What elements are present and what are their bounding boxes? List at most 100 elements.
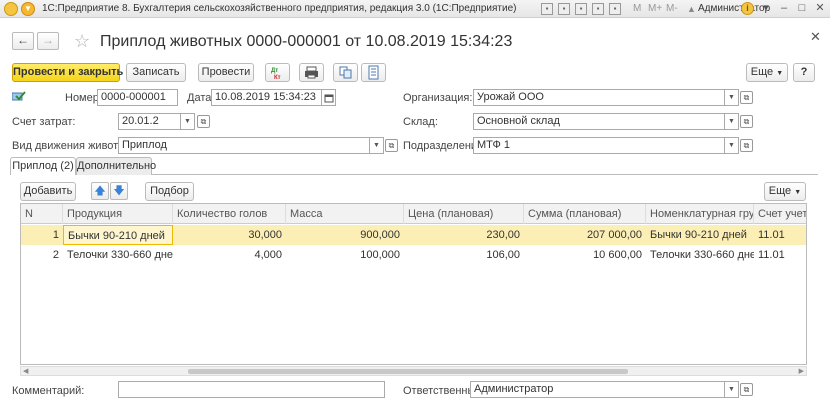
table-row[interactable]: 2 Телочки 330-660 дней 4,000 100,000 106… — [21, 245, 806, 265]
cell-price[interactable]: 106,00 — [404, 245, 524, 265]
add-row-button[interactable]: Добавить — [20, 182, 76, 201]
cell-mass[interactable]: 900,000 — [286, 225, 404, 245]
column-header-heads[interactable]: Количество голов — [173, 204, 286, 224]
copy-icon[interactable]: ▪ — [575, 3, 587, 15]
responsible-open-icon[interactable]: ⧉ — [740, 383, 753, 396]
report-button[interactable] — [361, 63, 386, 82]
cell-product[interactable]: Телочки 330-660 дней — [63, 245, 173, 265]
cell-price[interactable]: 230,00 — [404, 225, 524, 245]
memory-m-button[interactable]: M — [633, 3, 641, 14]
window-close-icon[interactable]: ✕ — [814, 2, 826, 15]
column-header-product[interactable]: Продукция — [63, 204, 173, 224]
printer-icon — [305, 66, 318, 79]
scroll-right-icon[interactable]: ▶ — [799, 367, 804, 376]
cost-account-label: Счет затрат: — [12, 116, 76, 128]
post-and-close-button[interactable]: Провести и закрыть — [12, 63, 123, 82]
table-more-button[interactable]: Еще ▼ — [764, 182, 806, 201]
maximize-icon[interactable]: □ — [796, 2, 808, 15]
cell-account[interactable]: 11.01 — [754, 245, 806, 265]
tab-offspring[interactable]: Приплод (2) — [10, 157, 76, 175]
posted-status-icon — [11, 91, 26, 101]
date-field[interactable]: 10.08.2019 15:34:23 — [211, 89, 322, 106]
movement-type-open-icon[interactable]: ⧉ — [385, 139, 398, 152]
column-header-sum[interactable]: Сумма (плановая) — [524, 204, 646, 224]
table-row[interactable]: 1 Бычки 90-210 дней 30,000 900,000 230,0… — [21, 225, 806, 245]
warehouse-label: Склад: — [403, 116, 438, 128]
chevron-down-icon: ▼ — [794, 189, 802, 196]
app-logo-icon[interactable] — [4, 2, 18, 16]
print-button[interactable] — [299, 63, 324, 82]
cell-heads[interactable]: 4,000 — [173, 245, 286, 265]
arrow-down-icon: 🡇 — [113, 185, 125, 197]
department-field[interactable]: МТФ 1 — [473, 137, 725, 154]
dt-kt-button[interactable]: Дт Кт — [265, 63, 290, 82]
movement-type-dropdown[interactable]: ▼ — [370, 137, 384, 154]
titlebar-tools: ▪ ▪ ▪ ▪ ▪ — [541, 3, 621, 15]
scroll-left-icon[interactable]: ◀ — [23, 367, 28, 376]
page-title: Приплод животных 0000-000001 от 10.08.20… — [100, 33, 513, 50]
cell-sum[interactable]: 10 600,00 — [524, 245, 646, 265]
cell-sum[interactable]: 207 000,00 — [524, 225, 646, 245]
more-label: Еще — [750, 66, 774, 78]
help-button[interactable]: ? — [793, 63, 815, 82]
main-menu-icon[interactable]: ▼ — [21, 2, 35, 16]
structure-button[interactable] — [333, 63, 358, 82]
save-button[interactable]: Записать — [126, 63, 186, 82]
calculator-icon[interactable]: ▪ — [609, 3, 621, 15]
cost-account-open-icon[interactable]: ⧉ — [197, 115, 210, 128]
move-up-button[interactable]: 🡅 — [91, 182, 109, 200]
minimize-icon[interactable]: – — [778, 2, 790, 15]
cell-group[interactable]: Бычки 90-210 дней — [646, 225, 754, 245]
cell-group[interactable]: Телочки 330-660 дней — [646, 245, 754, 265]
move-down-button[interactable]: 🡇 — [110, 182, 128, 200]
organization-dropdown[interactable]: ▼ — [725, 89, 739, 106]
calendar-icon — [324, 94, 333, 103]
back-button[interactable]: ← — [12, 32, 34, 50]
column-header-n[interactable]: N — [21, 204, 63, 224]
cell-product[interactable]: Бычки 90-210 дней — [63, 225, 173, 245]
memory-minus-button[interactable]: M- — [666, 3, 678, 14]
comment-field[interactable] — [118, 381, 385, 398]
column-header-account[interactable]: Счет учета — [754, 204, 806, 224]
department-open-icon[interactable]: ⧉ — [740, 139, 753, 152]
column-header-price[interactable]: Цена (плановая) — [404, 204, 524, 224]
info-icon[interactable]: i — [741, 2, 754, 15]
responsible-field[interactable]: Администратор — [470, 381, 725, 398]
cost-account-field[interactable]: 20.01.2 — [118, 113, 181, 130]
table-horizontal-scrollbar[interactable]: ◀ ▶ — [20, 366, 807, 376]
scrollbar-thumb[interactable] — [188, 369, 628, 374]
forward-button[interactable]: → — [37, 32, 59, 50]
department-dropdown[interactable]: ▼ — [725, 137, 739, 154]
calendar-button[interactable] — [322, 89, 336, 106]
warehouse-open-icon[interactable]: ⧉ — [740, 115, 753, 128]
pick-button[interactable]: Подбор — [145, 182, 194, 201]
organization-open-icon[interactable]: ⧉ — [740, 91, 753, 104]
tab-additional[interactable]: Дополнительно — [76, 157, 156, 175]
favorite-star-icon[interactable]: ☆ — [74, 31, 90, 51]
column-header-mass[interactable]: Масса — [286, 204, 404, 224]
responsible-dropdown[interactable]: ▼ — [725, 381, 739, 398]
cost-account-dropdown[interactable]: ▼ — [181, 113, 195, 130]
warehouse-field[interactable]: Основной склад — [473, 113, 725, 130]
memory-plus-button[interactable]: M+ — [648, 3, 662, 14]
cell-n[interactable]: 1 — [21, 225, 63, 245]
post-button[interactable]: Провести — [198, 63, 254, 82]
arrow-up-icon: 🡅 — [94, 185, 106, 197]
warehouse-dropdown[interactable]: ▼ — [725, 113, 739, 130]
cell-n[interactable]: 2 — [21, 245, 63, 265]
more-button[interactable]: Еще ▼ — [746, 63, 788, 82]
organization-label: Организация: — [403, 92, 473, 104]
save-file-icon[interactable]: ▪ — [541, 3, 553, 15]
calendar-icon[interactable]: ▪ — [592, 3, 604, 15]
cell-account[interactable]: 11.01 — [754, 225, 806, 245]
dropdown-icon[interactable]: ▾ — [760, 2, 772, 15]
cell-heads[interactable]: 30,000 — [173, 225, 286, 245]
print-icon[interactable]: ▪ — [558, 3, 570, 15]
form-close-icon[interactable]: ✕ — [810, 29, 821, 45]
number-field[interactable]: 0000-000001 — [97, 89, 178, 106]
column-header-group[interactable]: Номенклатурная груп... — [646, 204, 754, 224]
organization-field[interactable]: Урожай ООО — [473, 89, 725, 106]
svg-text:Дт: Дт — [271, 68, 278, 74]
cell-mass[interactable]: 100,000 — [286, 245, 404, 265]
movement-type-field[interactable]: Приплод — [118, 137, 370, 154]
